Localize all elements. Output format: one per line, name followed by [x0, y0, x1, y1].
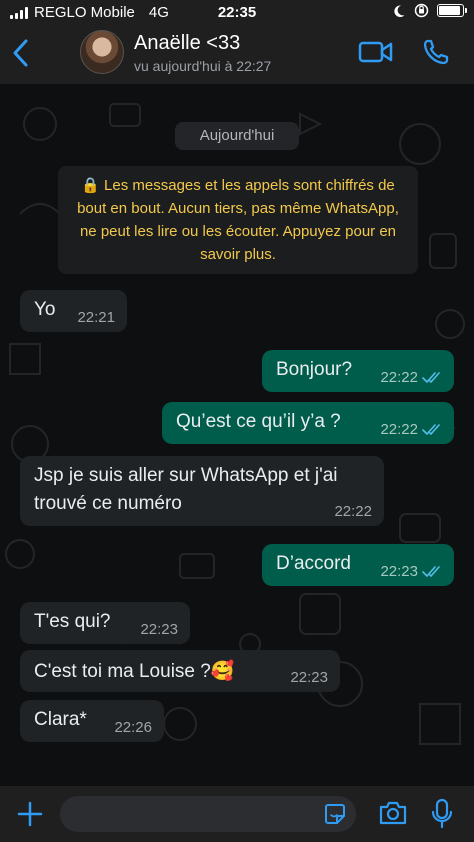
chevron-left-icon[interactable]	[8, 36, 34, 70]
message-bubble-incoming[interactable]: Clara* 22:26	[20, 700, 164, 742]
battery-icon	[437, 4, 467, 17]
message-composer	[0, 786, 474, 842]
date-separator: Aujourd'hui	[175, 122, 299, 150]
message-text: Bonjour?	[276, 359, 353, 380]
message-time: 22:23	[380, 563, 418, 580]
message-text: Jsp je suis aller sur WhatsApp et j'ai t…	[34, 465, 338, 514]
message-time: 22:21	[77, 309, 115, 326]
chat-area[interactable]: Aujourd'hui 🔒 Les messages et les appels…	[0, 84, 474, 786]
contact-name[interactable]: Anaëlle <33	[134, 32, 240, 55]
message-bubble-outgoing[interactable]: Qu’est ce qu’il y’a ? 22:22	[162, 402, 454, 444]
read-receipt-icon	[422, 424, 440, 435]
chat-header: Anaëlle <33 vu aujourd'hui à 22:27	[0, 24, 474, 84]
message-text: Clara*	[34, 709, 87, 730]
message-time: 22:22	[380, 369, 418, 386]
camera-icon[interactable]	[378, 800, 408, 826]
message-time: 22:26	[114, 719, 152, 736]
plus-icon[interactable]	[16, 800, 44, 828]
message-bubble-incoming[interactable]: T'es qui? 22:23	[20, 602, 190, 644]
do-not-disturb-moon-icon	[394, 4, 405, 17]
orientation-lock-icon	[414, 3, 429, 18]
message-text: Yo	[34, 299, 56, 320]
message-bubble-incoming[interactable]: C'est toi ma Louise ?🥰 22:23	[20, 650, 340, 692]
phone-icon[interactable]	[422, 38, 450, 66]
status-bar-right	[392, 3, 467, 18]
last-seen-status: vu aujourd'hui à 22:27	[134, 58, 272, 74]
message-time: 22:23	[140, 621, 178, 638]
message-time: 22:22	[380, 421, 418, 438]
message-bubble-incoming[interactable]: Yo 22:21	[20, 290, 127, 332]
encryption-notice[interactable]: 🔒 Les messages et les appels sont chiffr…	[58, 166, 418, 274]
video-camera-icon[interactable]	[358, 38, 394, 66]
message-time: 22:22	[334, 503, 372, 520]
message-text: Qu’est ce qu’il y’a ?	[176, 411, 341, 432]
microphone-icon[interactable]	[430, 798, 454, 830]
sticker-icon[interactable]	[324, 803, 346, 825]
message-bubble-incoming[interactable]: Jsp je suis aller sur WhatsApp et j'ai t…	[20, 456, 384, 526]
message-text: C'est toi ma Louise ?🥰	[34, 661, 235, 682]
message-input[interactable]	[60, 796, 356, 832]
message-bubble-outgoing[interactable]: Bonjour? 22:22	[262, 350, 454, 392]
avatar[interactable]	[80, 30, 124, 74]
message-bubble-outgoing[interactable]: D’accord 22:23	[262, 544, 454, 586]
read-receipt-icon	[422, 566, 440, 577]
message-time: 22:23	[290, 669, 328, 686]
read-receipt-icon	[422, 372, 440, 383]
status-bar: REGLO Mobile 4G 22:35	[0, 0, 474, 24]
message-text: D’accord	[276, 553, 351, 574]
message-text: T'es qui?	[34, 611, 111, 632]
